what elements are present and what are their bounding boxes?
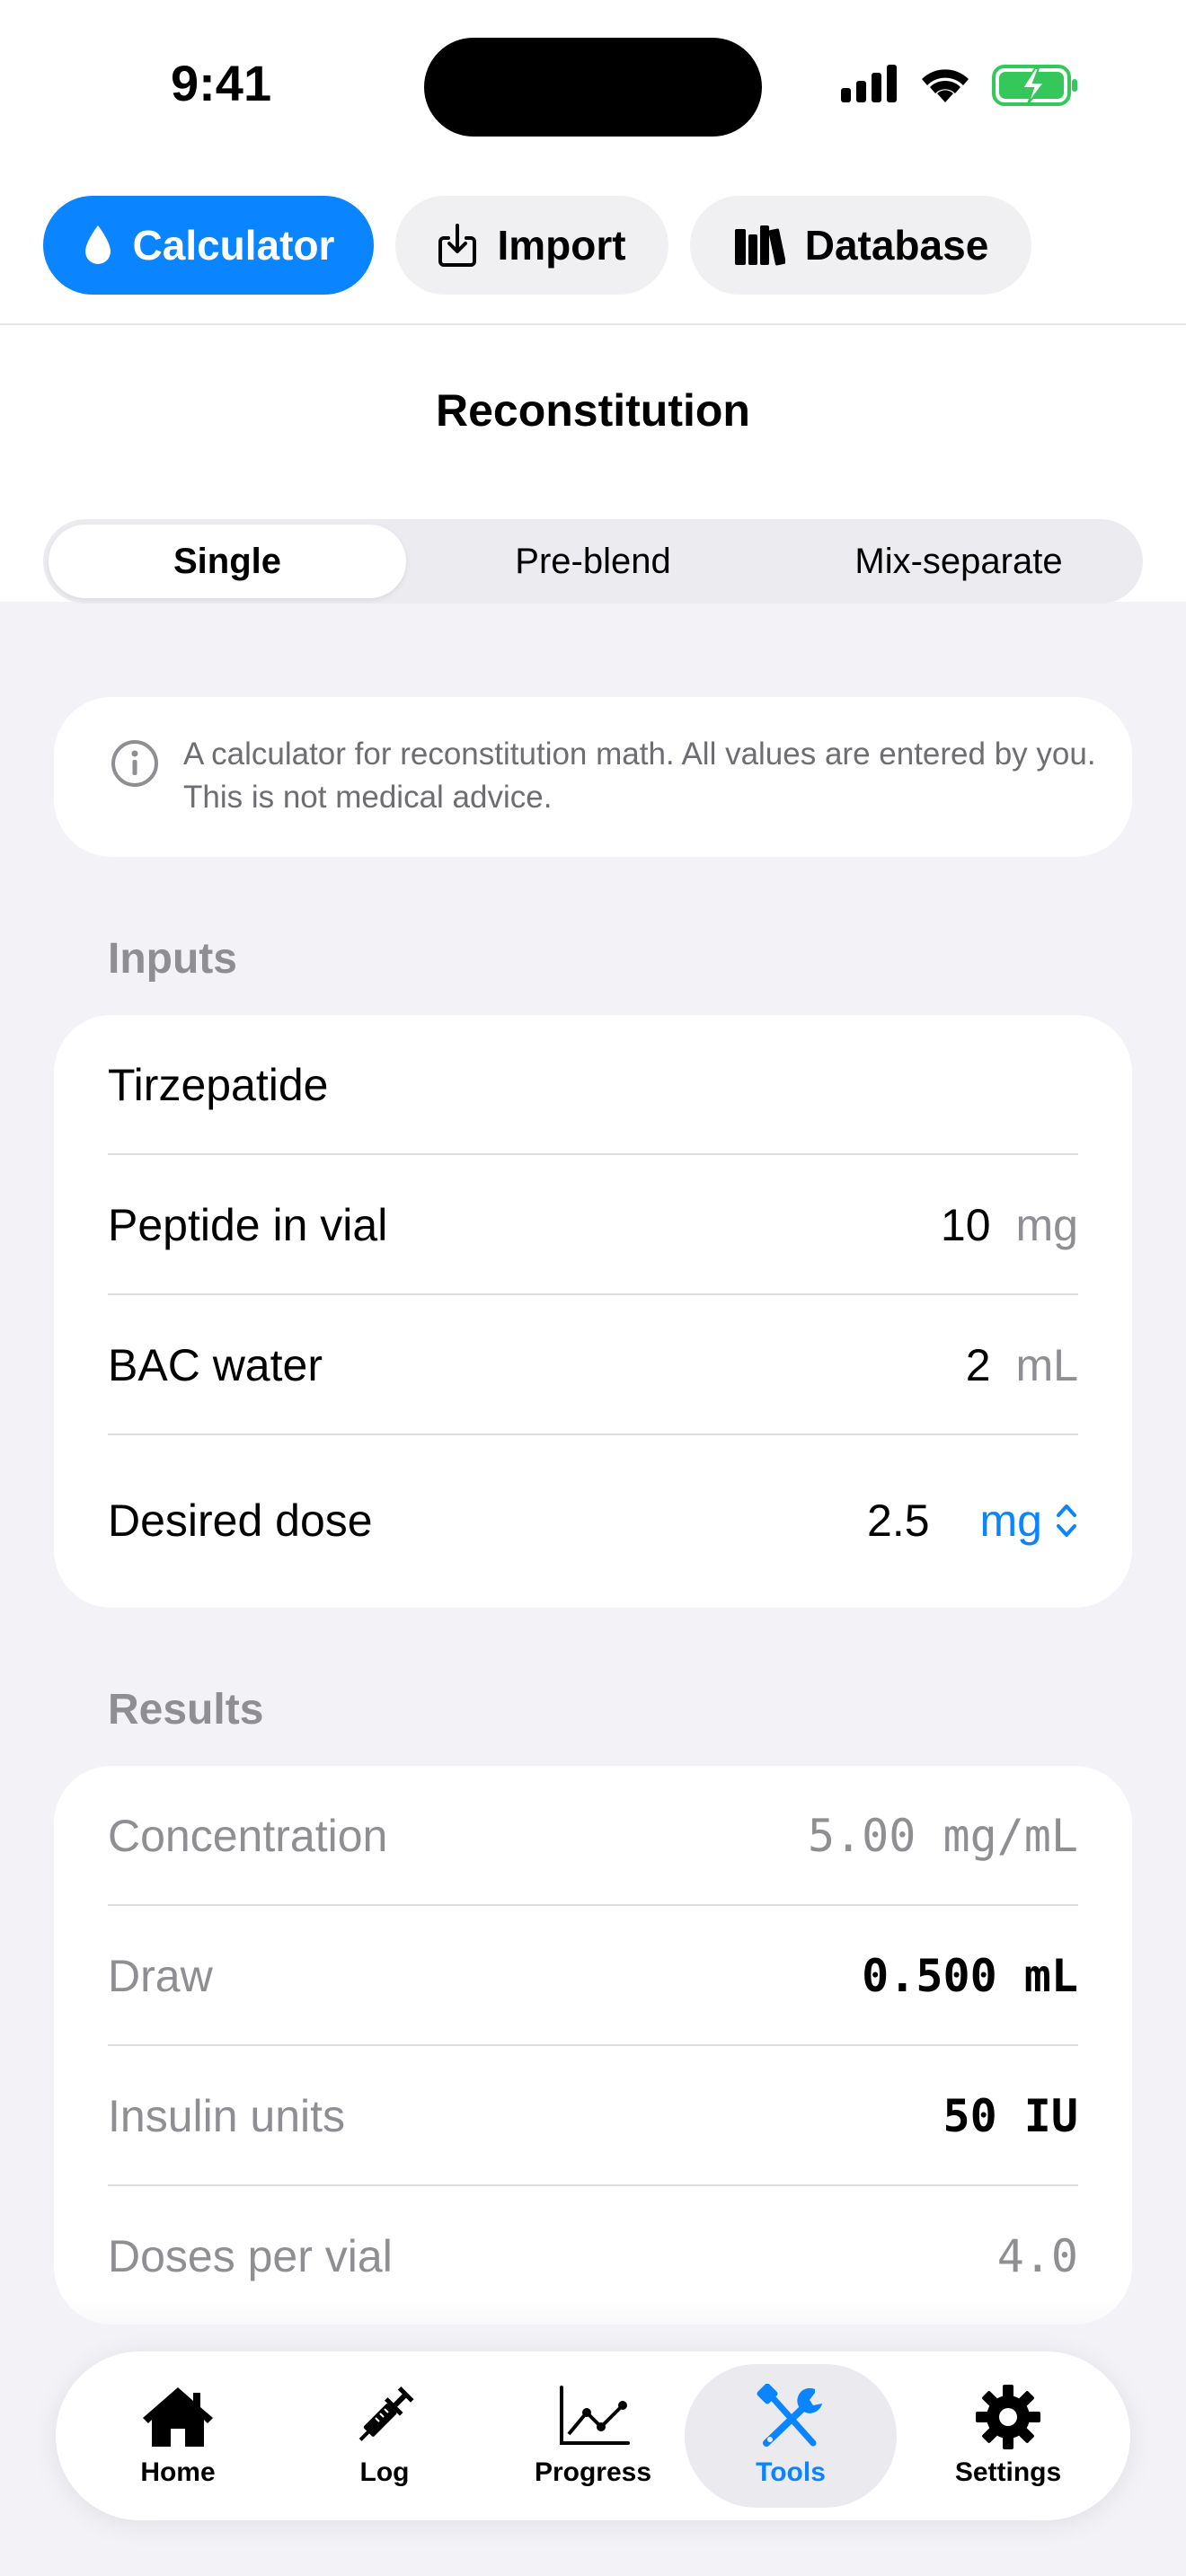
insulin-units-label: Insulin units xyxy=(108,2091,346,2141)
syringe-icon xyxy=(358,2386,414,2441)
disclaimer-card: A calculator for reconstitution math. Al… xyxy=(54,697,1132,857)
tab-settings-label: Settings xyxy=(954,2457,1062,2487)
doses-per-vial-value: 4.0 xyxy=(996,2230,1078,2282)
concentration-label: Concentration xyxy=(108,1811,388,1861)
tab-bar: Home Log Progress Tools Settings xyxy=(56,2351,1130,2520)
gear-icon xyxy=(976,2385,1040,2449)
bac-water-input[interactable]: 2 xyxy=(966,1339,991,1391)
dynamic-island xyxy=(424,38,762,137)
draw-value: 0.500 mL xyxy=(862,1950,1078,2002)
calculator-label: Calculator xyxy=(132,222,335,269)
status-time: 9:41 xyxy=(171,55,272,111)
drop-icon xyxy=(84,225,111,264)
wifi-icon xyxy=(922,69,969,102)
books-icon xyxy=(734,225,785,266)
segment-single[interactable]: Single xyxy=(49,525,406,598)
tab-settings[interactable]: Settings xyxy=(902,2364,1114,2508)
info-icon xyxy=(111,740,158,787)
insulin-units-row: Insulin units 50 IU xyxy=(108,2046,1078,2186)
battery-charging-icon xyxy=(992,65,1077,106)
bac-water-unit: mL xyxy=(1015,1340,1078,1390)
concentration-row: Concentration 5.00 mg/mL xyxy=(108,1766,1078,1906)
peptide-in-vial-row: Peptide in vial 10 mg xyxy=(108,1155,1078,1295)
results-card: Concentration 5.00 mg/mL Draw 0.500 mL I… xyxy=(54,1766,1132,2325)
insulin-units-value: 50 IU xyxy=(943,2090,1078,2142)
tab-progress-label: Progress xyxy=(534,2457,652,2487)
results-section-label: Results xyxy=(108,1686,264,1734)
peptide-in-vial-unit: mg xyxy=(1015,1200,1078,1250)
disclaimer-text: A calculator for reconstitution math. Al… xyxy=(183,737,1096,815)
cellular-signal-icon xyxy=(841,65,897,102)
tab-log[interactable]: Log xyxy=(279,2364,491,2508)
tab-home-label: Home xyxy=(140,2457,216,2487)
peptide-in-vial-label: Peptide in vial xyxy=(108,1200,388,1250)
draw-label: Draw xyxy=(108,1951,213,2001)
peptide-name-field[interactable]: Tirzepatide xyxy=(108,1059,328,1111)
import-icon xyxy=(438,224,477,267)
inputs-card: Tirzepatide Peptide in vial 10 mg BAC wa… xyxy=(54,1015,1132,1608)
draw-row: Draw 0.500 mL xyxy=(108,1906,1078,2046)
calculator-tab-button[interactable]: Calculator xyxy=(43,196,374,295)
desired-dose-input[interactable]: 2.5 xyxy=(867,1495,930,1547)
inputs-section-label: Inputs xyxy=(108,935,237,983)
tools-icon xyxy=(757,2384,822,2447)
house-icon xyxy=(143,2387,213,2447)
desired-dose-row: Desired dose 2.5 mg xyxy=(108,1435,1078,1606)
header-divider xyxy=(0,323,1186,325)
desired-dose-label: Desired dose xyxy=(108,1495,373,1546)
import-label: Import xyxy=(497,222,626,269)
bac-water-row: BAC water 2 mL xyxy=(108,1295,1078,1435)
bac-water-label: BAC water xyxy=(108,1340,323,1390)
segment-mix-separate[interactable]: Mix-separate xyxy=(780,525,1137,598)
doses-per-vial-label: Doses per vial xyxy=(108,2231,393,2281)
mode-segmented-control: Single Pre-blend Mix-separate xyxy=(43,519,1143,604)
concentration-value: 5.00 mg/mL xyxy=(807,1810,1078,1862)
tab-tools[interactable]: Tools xyxy=(685,2364,897,2508)
status-icons xyxy=(839,61,1082,106)
tab-log-label: Log xyxy=(359,2457,410,2487)
tab-progress[interactable]: Progress xyxy=(487,2364,699,2508)
import-tab-button[interactable]: Import xyxy=(395,196,668,295)
dose-unit-picker[interactable]: mg xyxy=(980,1495,1078,1547)
database-label: Database xyxy=(804,222,989,269)
chart-line-icon xyxy=(560,2386,630,2445)
peptide-name-row[interactable]: Tirzepatide xyxy=(108,1015,1078,1155)
page-title: Reconstitution xyxy=(436,385,750,436)
chevron-up-down-icon xyxy=(1057,1504,1076,1537)
database-tab-button[interactable]: Database xyxy=(690,196,1031,295)
tab-home[interactable]: Home xyxy=(72,2364,284,2508)
peptide-in-vial-input[interactable]: 10 xyxy=(941,1199,991,1251)
segment-pre-blend[interactable]: Pre-blend xyxy=(414,525,772,598)
dose-unit-label: mg xyxy=(979,1495,1042,1546)
tab-tools-label: Tools xyxy=(756,2457,826,2487)
